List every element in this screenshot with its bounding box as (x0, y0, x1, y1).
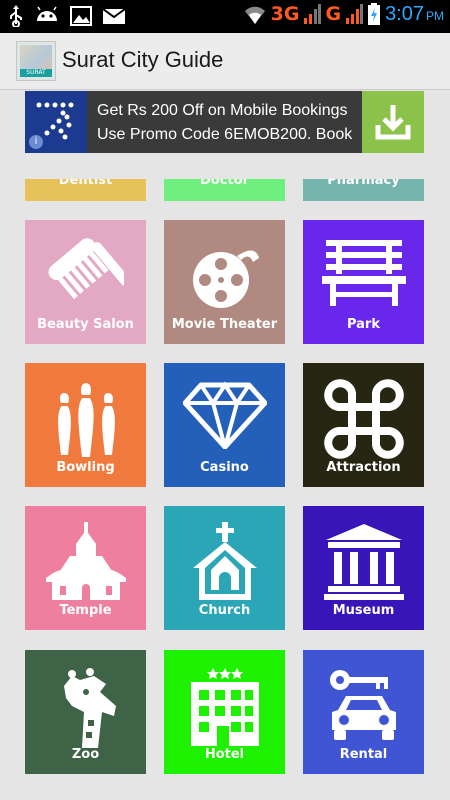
page-title: Surat City Guide (62, 47, 224, 72)
tile-temple[interactable]: Temple (25, 506, 146, 630)
temple-icon (45, 522, 126, 600)
ad-line-1: Get Rs 200 Off on Mobile Bookings (97, 102, 348, 119)
tile-label: Dentist (58, 179, 113, 188)
command-icon (323, 379, 404, 459)
tile-attraction[interactable]: Attraction (303, 363, 424, 487)
tile-pharmacy[interactable]: Pharmacy (303, 179, 424, 201)
app-logo-caption: SURAT (20, 69, 52, 77)
clock-ampm: PM (426, 8, 444, 23)
car-rental-icon (329, 670, 396, 740)
ad-text: Get Rs 200 Off on Mobile Bookings Use Pr… (97, 99, 359, 147)
tile-rental[interactable]: Rental (303, 650, 424, 774)
tile-label: Doctor (200, 179, 249, 188)
giraffe-icon (63, 668, 116, 748)
map-thumbnail (20, 45, 52, 69)
status-bar: 3G G 3:07 PM (0, 0, 450, 33)
ad-download-button[interactable] (362, 91, 424, 153)
tile-church[interactable]: Church (164, 506, 285, 630)
app-logo[interactable]: SURAT (16, 41, 56, 81)
signal-icon (304, 4, 322, 24)
network-type-g: G (325, 3, 342, 25)
tile-label: Temple (59, 603, 112, 618)
tile-hotel[interactable]: Hotel (164, 650, 285, 774)
comb-icon (48, 238, 124, 300)
tile-movie-theater[interactable]: Movie Theater (164, 220, 285, 344)
film-reel-icon (192, 250, 259, 308)
tile-label: Casino (200, 460, 249, 475)
signal-icon-2 (346, 4, 364, 24)
diamond-icon (182, 381, 267, 449)
clock-time: 3:07 (385, 2, 424, 25)
hotel-icon (190, 668, 259, 746)
notification-icons (8, 5, 126, 27)
tile-label: Bowling (56, 460, 115, 475)
download-icon (375, 105, 411, 140)
tile-zoo[interactable]: Zoo (25, 650, 146, 774)
ad-info-icon[interactable]: i (29, 135, 43, 149)
tile-label: Church (198, 603, 251, 618)
bench-icon (321, 240, 406, 306)
museum-icon (323, 524, 404, 600)
tile-casino[interactable]: Casino (164, 363, 285, 487)
tile-park[interactable]: Park (303, 220, 424, 344)
battery-icon (368, 3, 381, 25)
church-icon (192, 522, 257, 600)
wifi-icon (244, 6, 265, 25)
tile-bowling[interactable]: Bowling (25, 363, 146, 487)
app-bar: SURAT Surat City Guide (0, 33, 450, 90)
tile-label: Hotel (204, 747, 245, 762)
ad-logo: i (25, 91, 87, 153)
tile-label: Movie Theater (171, 317, 278, 332)
network-type-3g: 3G (270, 3, 300, 25)
tile-label: Pharmacy (327, 179, 400, 188)
android-icon (37, 6, 57, 21)
tile-label: Park (346, 317, 380, 332)
ad-line-2: Use Promo Code 6EMOB200. Book (97, 126, 353, 143)
status-indicators: 3G G 3:07 PM (243, 2, 444, 26)
tile-label: Attraction (326, 460, 401, 475)
tile-beauty-salon[interactable]: Beauty Salon (25, 220, 146, 344)
tile-label: Beauty Salon (37, 317, 134, 332)
usb-icon (10, 5, 22, 27)
tile-label: Rental (339, 747, 388, 762)
image-icon (70, 6, 92, 26)
tile-label: Museum (332, 603, 395, 618)
tile-museum[interactable]: Museum (303, 506, 424, 630)
tile-doctor[interactable]: Doctor (164, 179, 285, 201)
ad-banner[interactable]: i Get Rs 200 Off on Mobile Bookings Use … (25, 91, 424, 153)
tile-dentist[interactable]: Dentist (25, 179, 146, 201)
mail-icon (102, 8, 126, 24)
tile-label: Zoo (71, 747, 100, 762)
bowling-pins-icon (57, 383, 115, 457)
